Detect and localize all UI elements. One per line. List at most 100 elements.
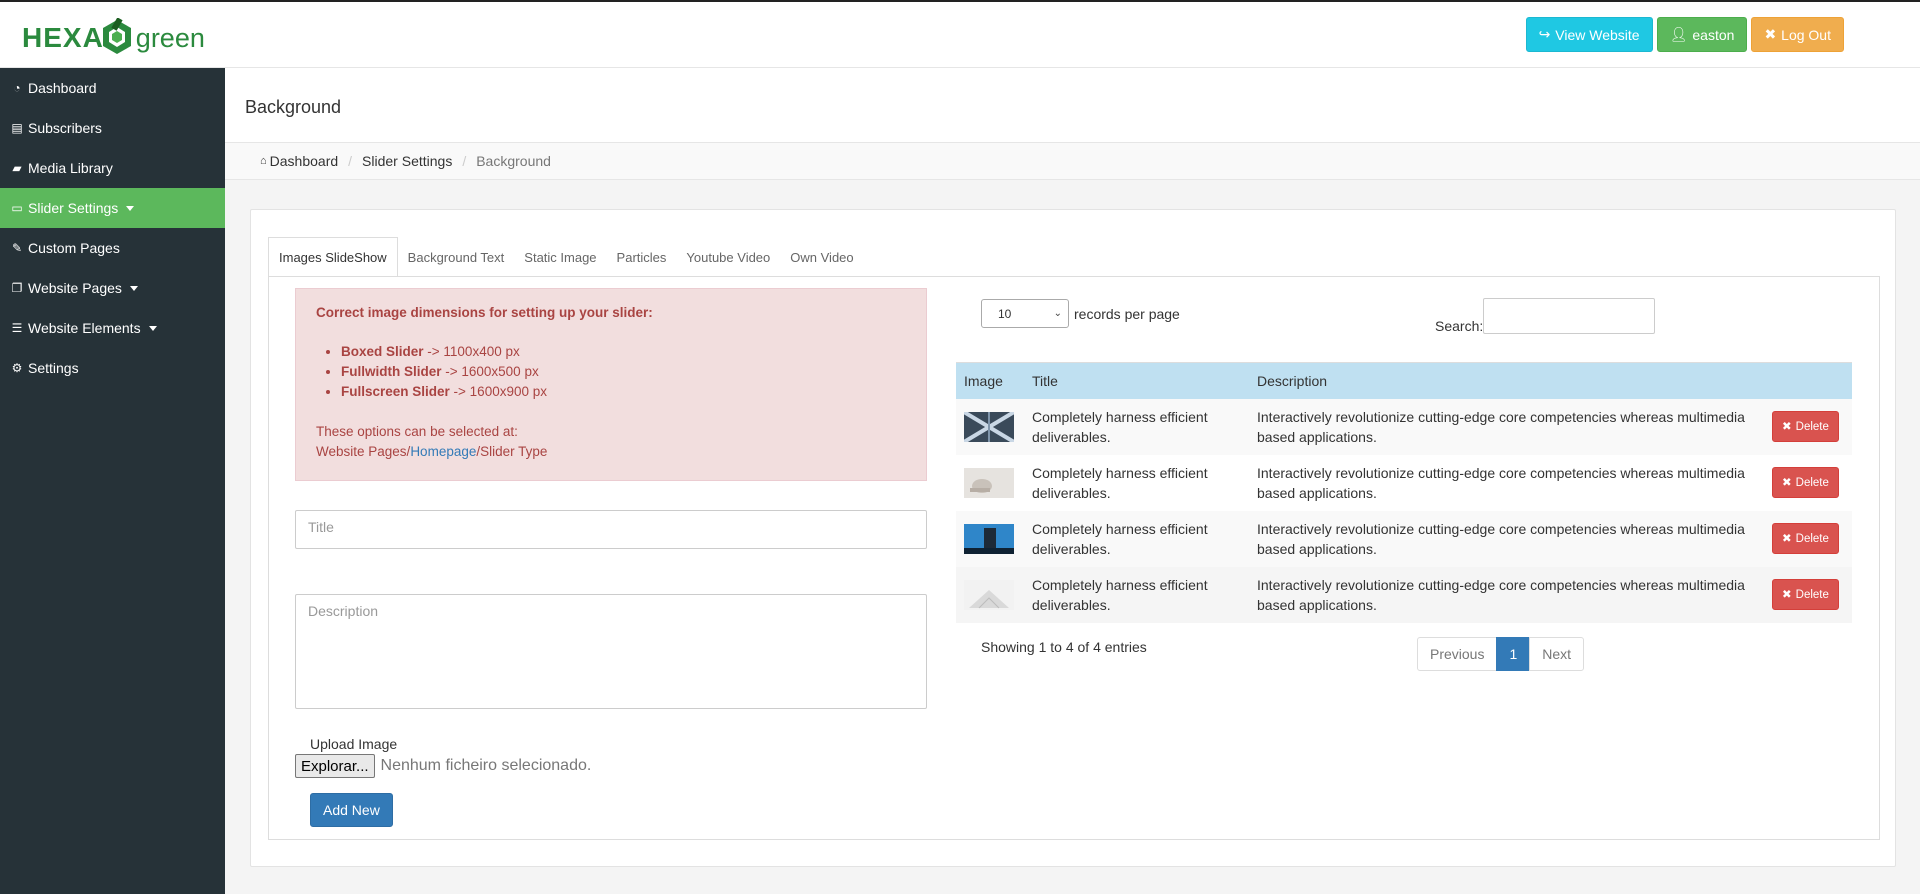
chevron-down-icon: ⌄ (1053, 308, 1062, 319)
delete-button[interactable]: ✖ Delete (1772, 523, 1839, 554)
delete-button[interactable]: ✖ Delete (1772, 467, 1839, 498)
title-cell: Completely harness efficient deliverable… (1024, 398, 1249, 455)
title-cell: Completely harness efficient deliverable… (1024, 510, 1249, 567)
sidebar-item-label: Dashboard (28, 80, 97, 96)
slide-thumbnail[interactable] (964, 411, 1014, 442)
tab-particles[interactable]: Particles (607, 237, 677, 277)
user-menu-button[interactable]: 👤︎ easton (1656, 17, 1748, 52)
caret-down-icon (129, 285, 138, 291)
delete-label: Delete (1795, 532, 1829, 545)
sidebar-item-custom-pages[interactable]: ✎ Custom Pages (0, 228, 225, 268)
search-input[interactable] (1483, 298, 1656, 334)
sidebar-item-website-pages[interactable]: ❐ Website Pages (0, 268, 225, 308)
actions-cell: ✖ Delete (1764, 566, 1852, 623)
image-cell (956, 398, 1024, 455)
dimensions-alert: Correct image dimensions for setting up … (295, 288, 927, 481)
tab-background-text[interactable]: Background Text (398, 237, 515, 277)
browse-file-button[interactable]: Explorar... (295, 754, 375, 778)
page-title: Background (245, 97, 342, 117)
pagination-next[interactable]: Next (1529, 637, 1585, 671)
breadcrumb-slider-settings[interactable]: Slider Settings (362, 153, 452, 169)
pagination-page-1[interactable]: 1 (1496, 637, 1531, 671)
username-label: easton (1692, 26, 1735, 43)
user-icon: 👤︎ (1669, 26, 1688, 42)
search-label: Search: (1435, 318, 1484, 334)
column-header-actions (1764, 362, 1852, 399)
delete-button[interactable]: ✖ Delete (1772, 579, 1839, 610)
logout-button[interactable]: ✖ Log Out (1751, 17, 1844, 52)
title-cell: Completely harness efficient deliverable… (1024, 454, 1249, 511)
trash-icon: ✖ (1782, 588, 1792, 601)
sidebar-item-website-elements[interactable]: ☰ Website Elements (0, 308, 225, 348)
tab-bar: Images SlideShow Background Text Static … (268, 237, 864, 277)
brand-name-hexa: HEXA (22, 22, 104, 53)
bars-icon: ☰ (11, 321, 23, 335)
slides-table: Image Title Description Completely harne… (956, 362, 1852, 623)
table-search: Search: (1435, 298, 1656, 334)
records-per-page-select[interactable]: 10 ⌄ (981, 299, 1069, 328)
file-input: Explorar... Nenhum ficheiro selecionado. (295, 754, 591, 778)
sidebar-item-label: Custom Pages (28, 240, 120, 256)
description-textarea[interactable]: Description (295, 594, 927, 709)
tab-own-video[interactable]: Own Video (780, 237, 863, 277)
pagination-previous[interactable]: Previous (1417, 637, 1498, 671)
add-new-button[interactable]: Add New (310, 793, 393, 827)
sidebar-item-settings[interactable]: ⚙ Settings (0, 348, 225, 388)
column-header-image[interactable]: Image (956, 362, 1024, 399)
sidebar-item-media-library[interactable]: ▰ Media Library (0, 148, 225, 188)
homepage-link[interactable]: Homepage (410, 444, 476, 459)
breadcrumb: ⌂ Dashboard / Slider Settings / Backgrou… (225, 143, 1920, 180)
sidebar-item-dashboard[interactable]: ◔ Dashboard (0, 68, 225, 108)
title-cell: Completely harness efficient deliverable… (1024, 566, 1249, 623)
list-item: Fullwidth Slider -> 1600x500 px (341, 362, 906, 382)
sidebar-item-label: Slider Settings (28, 200, 119, 216)
description-cell: Interactively revolutionize cutting-edge… (1249, 398, 1764, 455)
view-website-button[interactable]: ↪ View Website (1525, 17, 1653, 52)
top-actions: ↪ View Website 👤︎ easton ✖ Log Out (1525, 17, 1844, 52)
newspaper-icon: ▤ (11, 121, 23, 135)
trash-icon: ✖ (1782, 532, 1792, 545)
pagination: Previous 1 Next (1417, 637, 1585, 671)
actions-cell: ✖ Delete (1764, 398, 1852, 455)
sidebar-item-label: Website Pages (28, 280, 122, 296)
description-cell: Interactively revolutionize cutting-edge… (1249, 510, 1764, 567)
slider-size: -> 1600x900 px (449, 384, 547, 399)
table-row: Completely harness efficient deliverable… (956, 454, 1852, 511)
description-cell: Interactively revolutionize cutting-edge… (1249, 454, 1764, 511)
breadcrumb-dashboard[interactable]: Dashboard (270, 153, 339, 169)
actions-cell: ✖ Delete (1764, 510, 1852, 567)
sidebar-item-slider-settings[interactable]: ▭ Slider Settings (0, 188, 225, 228)
tab-static-image[interactable]: Static Image (514, 237, 606, 277)
sidebar-item-label: Media Library (28, 160, 113, 176)
external-link-icon: ↪ (1538, 26, 1551, 42)
slide-thumbnail[interactable] (964, 523, 1014, 554)
alert-heading: Correct image dimensions for setting up … (316, 305, 653, 320)
breadcrumb-current: Background (476, 153, 551, 169)
caret-down-icon (126, 205, 135, 211)
sidebar-item-label: Settings (28, 360, 79, 376)
breadcrumb-separator: / (462, 153, 467, 169)
content-card: Images SlideShow Background Text Static … (250, 209, 1896, 867)
title-input[interactable]: Title (295, 510, 927, 549)
tab-panel: Correct image dimensions for setting up … (268, 276, 1880, 840)
slide-thumbnail[interactable] (964, 467, 1014, 498)
actions-cell: ✖ Delete (1764, 454, 1852, 511)
slide-thumbnail[interactable] (964, 579, 1014, 610)
column-header-description[interactable]: Description (1249, 362, 1764, 399)
tab-youtube-video[interactable]: Youtube Video (676, 237, 780, 277)
brand-logo[interactable]: HEXA green (22, 18, 205, 58)
options-prefix: Website Pages/ (316, 444, 411, 459)
tab-images-slideshow[interactable]: Images SlideShow (268, 237, 398, 277)
slider-size: -> 1100x400 px (423, 344, 520, 359)
sidebar-item-subscribers[interactable]: ▤ Subscribers (0, 108, 225, 148)
delete-button[interactable]: ✖ Delete (1772, 411, 1839, 442)
copy-icon: ❐ (11, 281, 23, 295)
logout-label: Log Out (1781, 26, 1831, 43)
home-icon: ⌂ (260, 155, 267, 167)
hexagon-logo-icon (102, 18, 131, 54)
breadcrumb-separator: / (348, 153, 353, 169)
dashboard-icon: ◔ (13, 81, 21, 95)
column-header-title[interactable]: Title (1024, 362, 1249, 399)
records-per-page-value: 10 (998, 306, 1012, 321)
caret-down-icon (148, 325, 157, 331)
